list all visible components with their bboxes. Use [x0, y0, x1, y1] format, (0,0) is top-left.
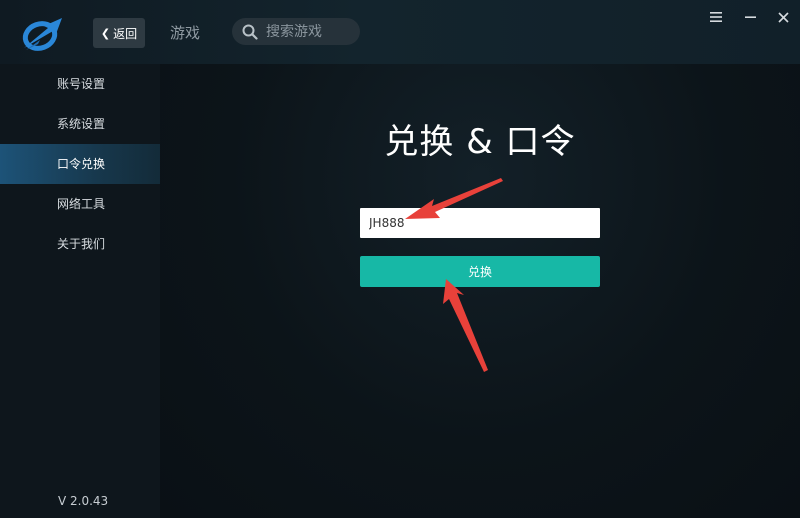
search-input[interactable]	[266, 23, 356, 40]
back-button[interactable]: ❮ 返回	[93, 18, 145, 48]
page-title: 兑换 & 口令	[384, 122, 576, 162]
app-logo-icon	[22, 18, 62, 51]
chevron-left-icon: ❮	[100, 26, 111, 40]
version-label: V 2.0.43	[58, 494, 109, 508]
sidebar-item-network-tools[interactable]: 网络工具	[0, 184, 160, 224]
sidebar-item-code-redeem[interactable]: 口令兑换	[0, 144, 160, 184]
sidebar-item-about[interactable]: 关于我们	[0, 224, 160, 264]
main-panel: 兑换 & 口令 兑换	[160, 64, 800, 518]
app-window: ❮ 返回 游戏 搜索游戏 账号设置 系统设置 口令兑换 网络工具 关于我们 V …	[0, 0, 800, 518]
sidebar-item-account[interactable]: 账号设置	[0, 64, 160, 104]
minimize-button[interactable]	[739, 6, 761, 28]
title-bar: ❮ 返回 游戏	[0, 0, 800, 64]
back-button-label: 返回	[113, 26, 138, 41]
close-icon	[777, 11, 789, 23]
nav-games-link[interactable]: 游戏	[170, 22, 200, 43]
sidebar-item-system[interactable]: 系统设置	[0, 104, 160, 144]
redeem-button[interactable]: 兑换	[360, 256, 600, 287]
close-button[interactable]	[772, 6, 794, 28]
menu-icon	[710, 12, 722, 22]
settings-sidebar: 账号设置 系统设置 口令兑换 网络工具 关于我们 V 2.0.43	[0, 64, 160, 518]
search-icon	[242, 24, 258, 40]
menu-button[interactable]	[705, 6, 727, 28]
minimize-icon	[744, 16, 756, 18]
redeem-code-input[interactable]	[360, 208, 600, 238]
search-box[interactable]	[232, 18, 360, 45]
